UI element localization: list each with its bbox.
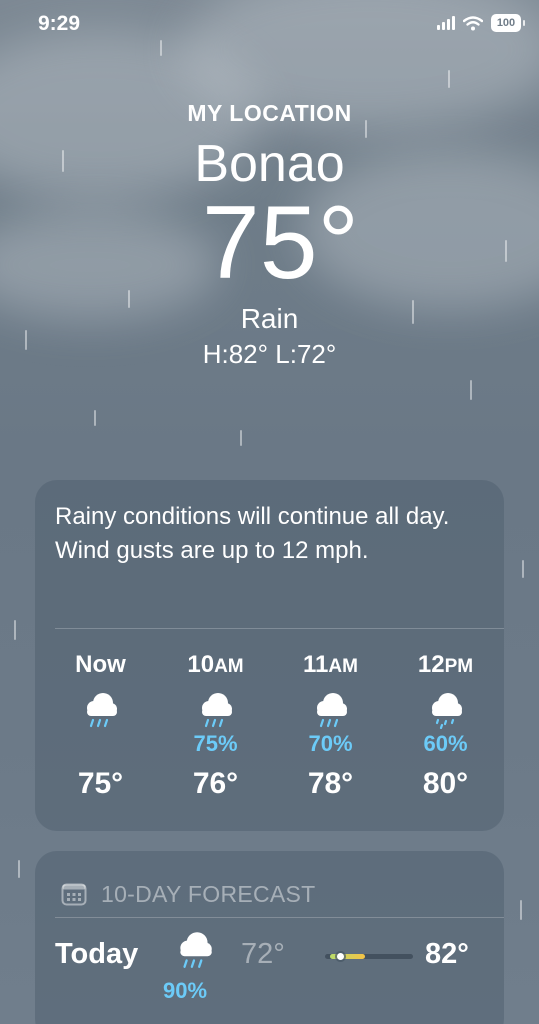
temperature-range-bar [325,953,413,960]
hour-label: 12PM [417,651,474,678]
forecast-high: 82° [425,938,469,970]
temperature-range-fill [330,954,365,959]
status-time: 9:29 [38,12,81,35]
current-temperature: 75° [201,185,360,301]
location-label: MY LOCATION [187,100,352,126]
ten-day-forecast-card[interactable]: 10-DAY FORECAST Today 90% 72° 82° [35,851,504,1024]
status-bar: 9:29 100 [0,0,539,50]
forecast-header: 10-DAY FORECAST [35,851,504,917]
drizzle-cloud-icon [388,685,503,729]
precip-chance: 90% [163,978,208,1003]
precip-chance: 60% [423,731,468,756]
condition-text: Rain [240,303,299,334]
hourly-forecast-card[interactable]: Rainy conditions will continue all day. … [35,480,504,831]
hour-temp: 80° [422,767,469,800]
rain-cloud-icon [173,930,217,975]
forecast-header-label: 10-DAY FORECAST [101,880,316,907]
precip-chance: 70% [308,731,353,756]
cellular-signal-icon [437,16,455,30]
hour-temp: 75° [77,767,124,800]
precip-chance [43,731,158,757]
status-icons: 100 [437,14,525,32]
forecast-low: 72° [241,938,285,970]
hour-label: 10AM [187,651,244,678]
current-weather: MY LOCATION Bonao 75° Rain H:82° L:72° [0,100,539,370]
weather-summary: Rainy conditions will continue all day. … [55,503,450,564]
hour-label: Now [75,651,126,678]
rain-cloud-icon [273,685,388,729]
forecast-day: Today [55,938,139,970]
hour-item: Now 75° [43,651,158,801]
calendar-icon [61,883,87,906]
hourly-list[interactable]: Now 75° 10AM 75% 76° 11AM 70% 78° 12PM 6… [35,629,504,801]
hour-item: 12PM 60% 80° [388,651,503,801]
hour-label: 11AM [303,651,358,678]
high-low-temps: H:82° L:72° [202,339,337,369]
forecast-row-today[interactable]: Today 90% 72° 82° [35,918,504,1018]
hour-item: 10AM 75% 76° [158,651,273,801]
precip-chance: 75% [193,731,238,756]
wifi-icon [463,15,483,30]
rain-cloud-icon [43,685,158,729]
battery-icon: 100 [491,14,525,32]
rain-cloud-icon [158,685,273,729]
hour-temp: 76° [192,767,239,800]
hour-temp: 78° [307,767,354,800]
hour-item: 11AM 70% 78° [273,651,388,801]
current-temp-dot [337,953,344,960]
